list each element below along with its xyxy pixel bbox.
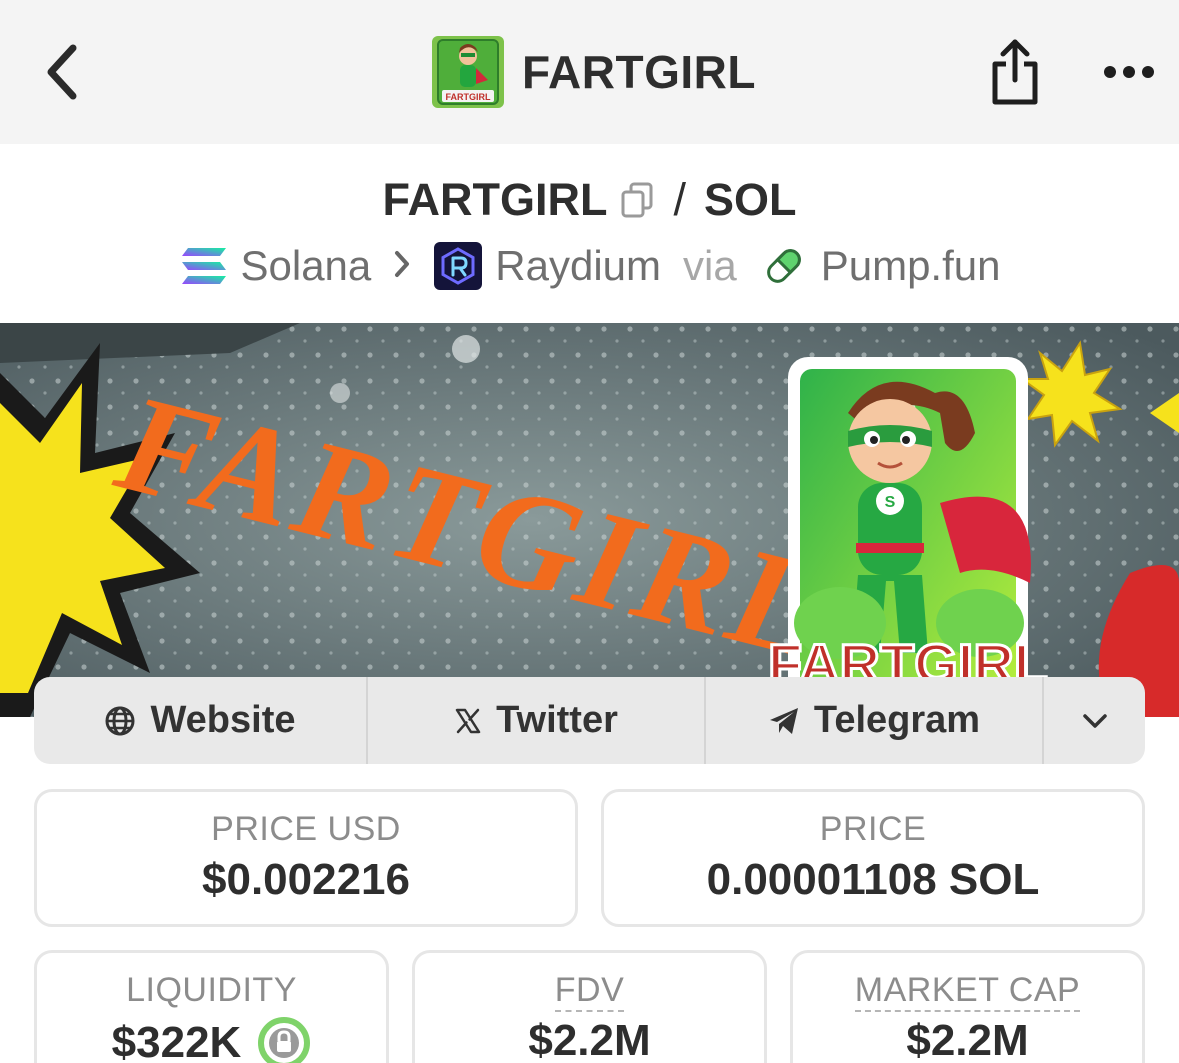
liquidity-label: LIQUIDITY [126,971,297,1009]
price-usd-value: $0.002216 [202,855,410,904]
telegram-label: Telegram [813,699,981,741]
pair-quote-symbol: SOL [703,174,797,225]
market-cap-label-wrap: MARKET CAP [793,971,1142,1012]
dex-link[interactable]: Raydium [433,241,661,291]
chain-link[interactable]: Solana [179,241,372,291]
token-banner: FARTGIRL S FARTGIRL [0,323,1179,717]
price-native-card: PRICE 0.00001108 SOL [601,789,1145,927]
price-usd-card: PRICE USD $0.002216 [34,789,578,927]
price-value: 0.00001108 SOL [706,855,1040,904]
nav-title: FARTGIRL [522,46,756,98]
pair-separator: / [673,174,686,225]
more-links-button[interactable] [1044,677,1145,764]
x-icon [454,707,482,735]
launchpad-link[interactable]: Pump.fun [759,241,1001,291]
chevron-down-icon [1082,713,1107,728]
share-button[interactable] [985,36,1045,108]
market-cap-label[interactable]: MARKET CAP [854,971,1081,1012]
twitter-label: Twitter [496,699,618,741]
liquidity-lock-button[interactable] [257,1016,311,1063]
navigation-bar: FARTGIRL FARTGIRL [0,0,1179,144]
pill-icon [759,241,809,291]
raydium-icon [433,241,483,291]
chevron-left-icon [47,44,77,100]
chain-name: Solana [240,242,372,289]
pair-base-symbol: FARTGIRL [382,174,608,225]
solana-icon [179,241,229,291]
copy-address-button[interactable] [619,180,655,220]
more-button[interactable] [1098,50,1160,94]
fdv-card: FDV $2.2M [412,950,767,1063]
launchpad-name: Pump.fun [820,242,1001,289]
nav-title-group: FARTGIRL FARTGIRL [432,36,756,108]
liquidity-card: LIQUIDITY $322K [34,950,389,1063]
price-usd-label: PRICE USD [211,810,401,848]
copy-icon [621,182,653,218]
chevron-right-icon [393,245,411,288]
svg-text:S: S [885,494,896,511]
twitter-link[interactable]: Twitter [368,677,706,764]
lock-icon [258,1017,311,1063]
globe-icon [104,705,136,737]
price-label: PRICE [819,810,927,848]
share-icon [992,39,1038,105]
fdv-value: $2.2M [528,1016,651,1063]
telegram-link[interactable]: Telegram [706,677,1044,764]
website-label: Website [150,699,296,741]
more-horizontal-icon [1104,66,1154,78]
market-cap-value: $2.2M [906,1016,1029,1063]
market-cap-card: MARKET CAP $2.2M [790,950,1145,1063]
token-avatar: FARTGIRL [432,36,504,108]
liquidity-value: $322K [111,1018,242,1063]
website-link[interactable]: Website [34,677,368,764]
fdv-label[interactable]: FDV [554,971,625,1012]
dex-name: Raydium [495,242,662,289]
route-breadcrumb: Solana Raydium via Pump.fun [0,238,1179,294]
social-links-bar: Website Twitter Telegram [34,677,1145,764]
telegram-icon [768,706,800,736]
fdv-label-wrap: FDV [415,971,764,1012]
pair-header: FARTGIRL / SOL [0,170,1179,230]
route-via: via [683,242,737,289]
back-button[interactable] [36,40,86,104]
avatar-caption: FARTGIRL [446,92,491,102]
liquidity-row: $322K [37,1016,386,1063]
